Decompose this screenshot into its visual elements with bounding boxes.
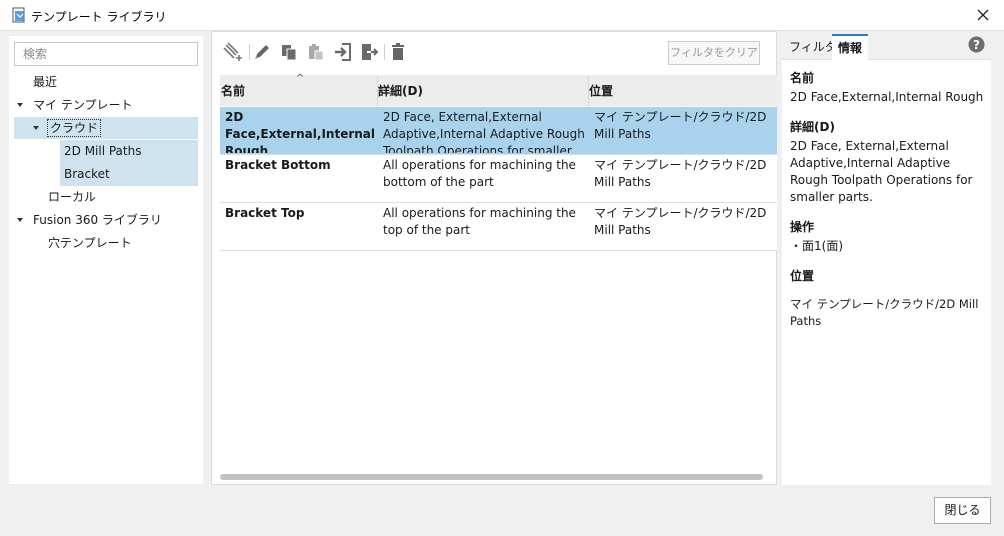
template-table: ^ 名前 詳細(D) 位置 2D Face,External,Internal … <box>220 74 777 472</box>
tree-item-label: Fusion 360 ライブラリ <box>33 213 162 227</box>
template-list-panel: フィルタをクリア ^ 名前 詳細(D) 位置 2D Face,External,… <box>211 31 777 485</box>
info-location-label: 位置 <box>790 269 815 283</box>
close-icon[interactable] <box>971 3 995 27</box>
svg-text:?: ? <box>973 38 980 52</box>
tree-item-label: Bracket <box>64 167 110 181</box>
tree-item-local[interactable]: ローカル <box>48 186 96 208</box>
new-template-icon[interactable] <box>222 42 246 62</box>
cell-location: マイ テンプレート/クラウド/2D Mill Paths <box>594 110 767 141</box>
tree-item-label: 2D Mill Paths <box>64 144 142 158</box>
toolbar-separator <box>249 44 250 60</box>
info-detail-label: 詳細(D) <box>790 120 835 134</box>
paste-icon[interactable] <box>306 42 326 62</box>
clear-filter-button[interactable]: フィルタをクリア <box>668 41 760 65</box>
info-name-label: 名前 <box>790 71 815 85</box>
cell-detail: 2D Face, External,External Adaptive,Inte… <box>383 110 585 153</box>
info-tabstrip: フィルタ 情報 ? <box>782 31 991 60</box>
edit-icon[interactable] <box>252 42 272 62</box>
export-icon[interactable] <box>359 42 379 62</box>
window-title: テンプレート ライブラリ <box>31 10 167 24</box>
tree-item-label: 穴テンプレート <box>48 236 132 250</box>
tree-item-2d-mill-paths[interactable]: 2D Mill Paths <box>64 140 141 162</box>
tree-item-bracket[interactable]: Bracket <box>64 163 110 185</box>
close-button[interactable]: 閉じる <box>934 497 991 524</box>
expand-arrow-icon[interactable] <box>15 94 25 116</box>
copy-icon[interactable] <box>279 42 299 62</box>
title-bar: テンプレート ライブラリ <box>0 0 1004 31</box>
horizontal-scrollbar[interactable] <box>220 474 763 480</box>
cell-location: マイ テンプレート/クラウド/2D Mill Paths <box>594 158 767 189</box>
sort-ascending-icon[interactable]: ^ <box>296 74 304 84</box>
template-library-icon <box>12 7 25 23</box>
tree-item-label: ローカル <box>48 190 97 204</box>
tree-item-hole-templates[interactable]: 穴テンプレート <box>48 232 132 254</box>
expand-arrow-icon[interactable] <box>15 209 25 231</box>
tree-item-label: 最近 <box>33 75 58 89</box>
info-location-value: マイ テンプレート/クラウド/2D Mill Paths <box>790 297 979 328</box>
cell-name: Bracket Top <box>225 206 305 220</box>
tree-item-recent[interactable]: 最近 <box>33 71 57 93</box>
toolbar-separator <box>384 44 385 60</box>
help-icon[interactable]: ? <box>968 36 985 53</box>
tree-item-label: クラウド <box>47 119 102 137</box>
info-operations-label: 操作 <box>790 220 815 234</box>
tree-selection-highlight <box>14 117 198 139</box>
cell-name: 2D Face,External,Internal Rough <box>225 110 375 153</box>
cell-name: Bracket Bottom <box>225 158 331 172</box>
cell-location: マイ テンプレート/クラウド/2D Mill Paths <box>594 206 767 237</box>
search-input[interactable] <box>14 42 198 66</box>
column-header-name[interactable]: 名前 <box>221 75 245 106</box>
info-detail-value: 2D Face, External,External Adaptive,Inte… <box>790 139 973 204</box>
toolbar: フィルタをクリア <box>212 32 778 74</box>
info-panel: フィルタ 情報 ? 名前 2D Face,External,Internal R… <box>782 31 991 485</box>
cell-detail: All operations for machining the bottom … <box>383 158 576 189</box>
table-row[interactable]: Bracket Top All operations for machining… <box>220 203 777 251</box>
import-icon[interactable] <box>333 42 353 62</box>
info-name-value: 2D Face,External,Internal Rough <box>790 90 984 104</box>
template-tree-panel: 最近 マイ テンプレート クラウド 2D Mill Paths Bracket … <box>9 36 203 484</box>
tree-item-label: マイ テンプレート <box>33 98 133 112</box>
delete-icon[interactable] <box>388 42 408 62</box>
column-header-location[interactable]: 位置 <box>589 75 613 106</box>
info-operations-value: ・面1(面) <box>790 239 843 253</box>
cell-detail: All operations for machining the top of … <box>383 206 576 237</box>
table-row[interactable]: Bracket Bottom All operations for machin… <box>220 155 777 203</box>
column-header-detail[interactable]: 詳細(D) <box>378 75 423 106</box>
table-header: ^ 名前 詳細(D) 位置 <box>220 74 777 251</box>
table-row[interactable]: 2D Face,External,Internal Rough 2D Face,… <box>220 107 777 155</box>
expand-arrow-icon[interactable] <box>31 117 41 139</box>
tab-info[interactable]: 情報 <box>832 34 869 60</box>
